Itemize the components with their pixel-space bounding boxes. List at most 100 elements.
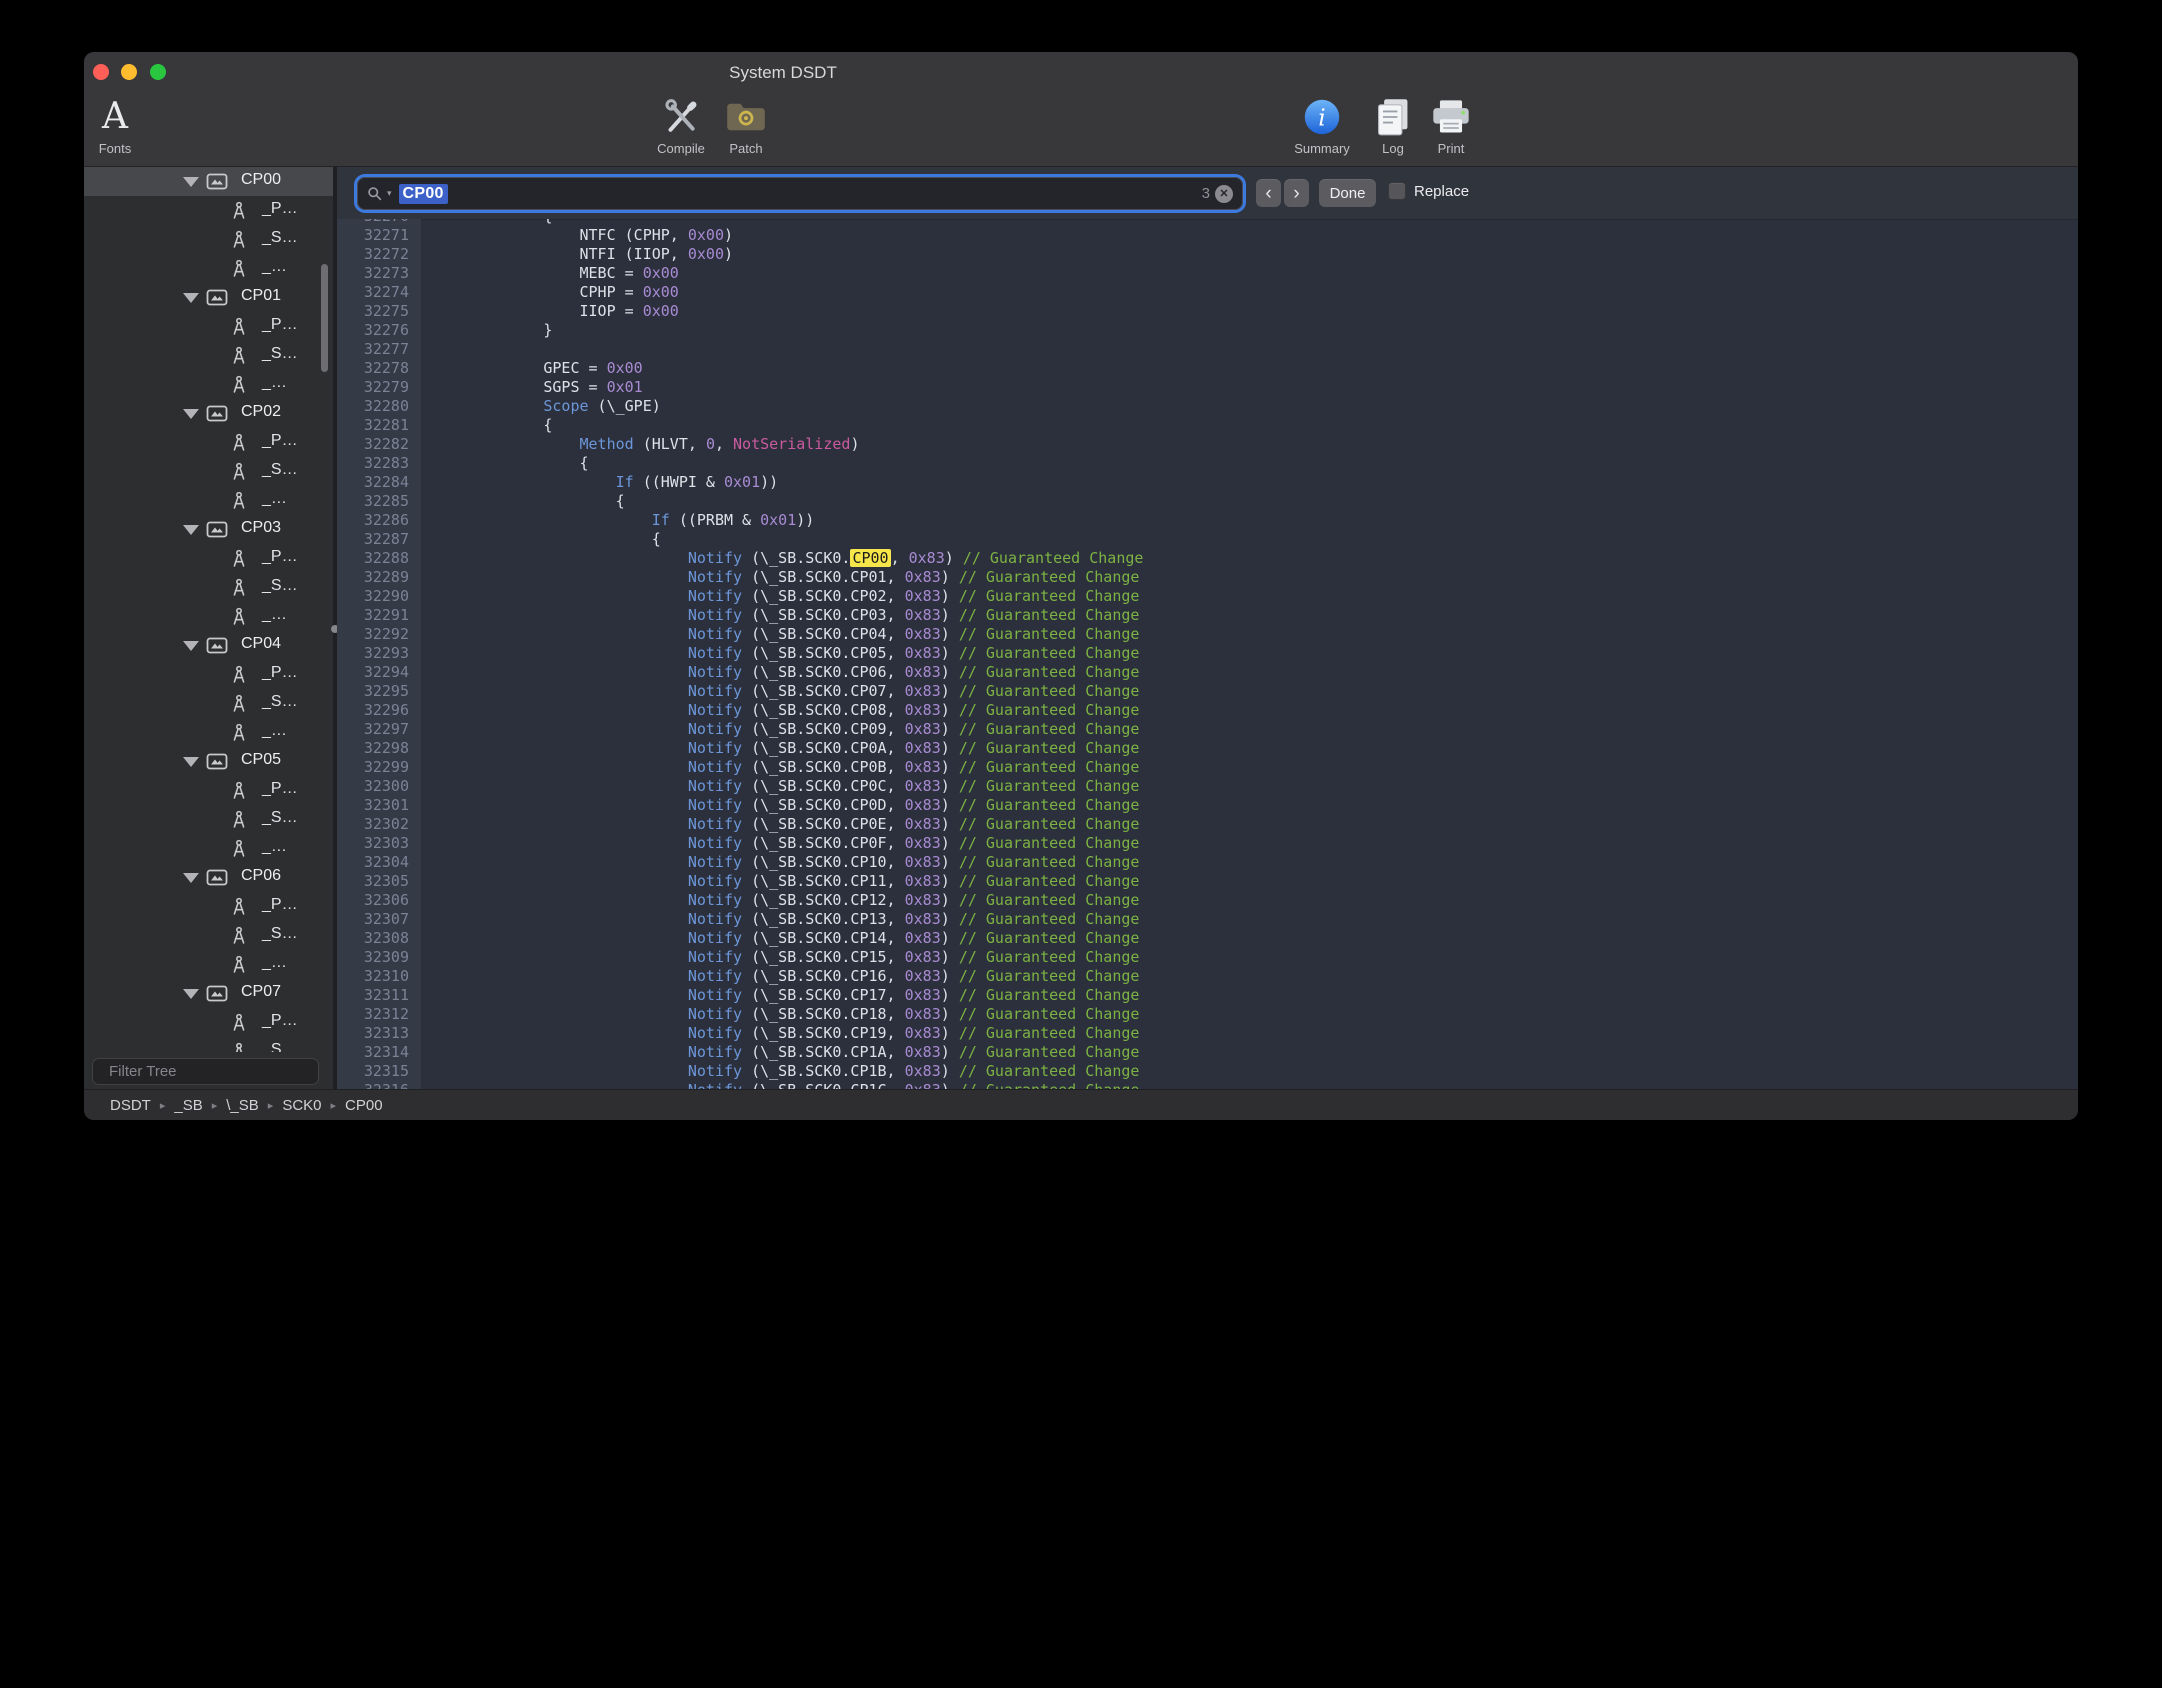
line-number: 32287 bbox=[337, 530, 421, 549]
done-button[interactable]: Done bbox=[1319, 179, 1376, 207]
disclosure-triangle-icon[interactable] bbox=[183, 757, 199, 767]
code-text: NTFI (IIOP, 0x00) bbox=[421, 245, 733, 264]
tree-item[interactable]: _P… bbox=[84, 776, 333, 805]
tree-item[interactable]: _S… bbox=[84, 1037, 333, 1052]
toolbar-item-fonts[interactable]: A Fonts bbox=[87, 94, 143, 156]
toolbar-item-compile[interactable]: Compile bbox=[645, 94, 717, 156]
tree-item[interactable]: _S… bbox=[84, 573, 333, 602]
code-editor[interactable]: 32270 {32271 NTFC (CPHP, 0x00)32272 NTFI… bbox=[337, 219, 2078, 1090]
toolbar-label: Print bbox=[1423, 141, 1479, 156]
find-next-button[interactable]: › bbox=[1284, 179, 1309, 207]
tree-group-cp00[interactable]: CP00 bbox=[84, 167, 333, 196]
method-icon bbox=[230, 345, 248, 366]
breadcrumb-item[interactable]: CP00 bbox=[345, 1097, 383, 1114]
tree-group-cp05[interactable]: CP05 bbox=[84, 747, 333, 776]
sidebar-scrollbar[interactable] bbox=[321, 264, 328, 372]
code-text: Notify (\_SB.SCK0.CP0C, 0x83) // Guarant… bbox=[421, 777, 1139, 796]
tree-item-label: _… bbox=[262, 606, 287, 624]
tree-item[interactable]: _… bbox=[84, 254, 333, 283]
disclosure-triangle-icon[interactable] bbox=[183, 989, 199, 999]
tree-item[interactable]: _P… bbox=[84, 544, 333, 573]
tree-item[interactable]: _S… bbox=[84, 341, 333, 370]
code-line: 32287 { bbox=[337, 530, 2078, 549]
tree-group-cp02[interactable]: CP02 bbox=[84, 399, 333, 428]
tree-item[interactable]: _P… bbox=[84, 312, 333, 341]
find-search-field[interactable]: ▾ CP00 3 ✕ bbox=[357, 177, 1243, 210]
code-line: 32270 { bbox=[337, 219, 2078, 226]
toolbar-item-patch[interactable]: Patch bbox=[714, 94, 778, 156]
tree-item[interactable]: _… bbox=[84, 370, 333, 399]
code-line: 32289 Notify (\_SB.SCK0.CP01, 0x83) // G… bbox=[337, 568, 2078, 587]
disclosure-triangle-icon[interactable] bbox=[183, 525, 199, 535]
tree-item[interactable]: _S… bbox=[84, 805, 333, 834]
code-line: 32277 bbox=[337, 340, 2078, 359]
tree-item[interactable]: _S… bbox=[84, 225, 333, 254]
filter-tree-input[interactable] bbox=[107, 1062, 310, 1081]
code-line: 32282 Method (HLVT, 0, NotSerialized) bbox=[337, 435, 2078, 454]
code-line: 32285 { bbox=[337, 492, 2078, 511]
tree-item[interactable]: _S… bbox=[84, 921, 333, 950]
line-number: 32311 bbox=[337, 986, 421, 1005]
clear-search-icon[interactable]: ✕ bbox=[1215, 185, 1233, 203]
find-bar: ▾ CP00 3 ✕ ‹ › Done Replace bbox=[337, 167, 2078, 220]
replace-checkbox[interactable] bbox=[1388, 182, 1406, 200]
code-line: 32301 Notify (\_SB.SCK0.CP0D, 0x83) // G… bbox=[337, 796, 2078, 815]
tree-item[interactable]: _… bbox=[84, 834, 333, 863]
disclosure-triangle-icon[interactable] bbox=[183, 873, 199, 883]
minimize-button[interactable] bbox=[121, 64, 137, 80]
find-previous-button[interactable]: ‹ bbox=[1256, 179, 1281, 207]
tree-group-cp07[interactable]: CP07 bbox=[84, 979, 333, 1008]
tree-item[interactable]: _P… bbox=[84, 196, 333, 225]
tree-group-label: CP00 bbox=[241, 171, 281, 189]
tree-item[interactable]: _P… bbox=[84, 428, 333, 457]
tree-item[interactable]: _… bbox=[84, 950, 333, 979]
breadcrumb-item[interactable]: SCK0 bbox=[282, 1097, 321, 1114]
breadcrumb-item[interactable]: DSDT bbox=[110, 1097, 151, 1114]
search-options-chevron-icon[interactable]: ▾ bbox=[387, 188, 392, 199]
disclosure-triangle-icon[interactable] bbox=[183, 409, 199, 419]
tree-item[interactable]: _… bbox=[84, 718, 333, 747]
code-text: Notify (\_SB.SCK0.CP0A, 0x83) // Guarant… bbox=[421, 739, 1139, 758]
tree-item[interactable]: _P… bbox=[84, 1008, 333, 1037]
svg-text:i: i bbox=[1318, 103, 1325, 131]
tree-group-cp03[interactable]: CP03 bbox=[84, 515, 333, 544]
tree-item[interactable]: _P… bbox=[84, 660, 333, 689]
code-line: 32308 Notify (\_SB.SCK0.CP14, 0x83) // G… bbox=[337, 929, 2078, 948]
find-query-text[interactable]: CP00 bbox=[399, 184, 448, 204]
method-icon bbox=[230, 432, 248, 453]
line-number: 32276 bbox=[337, 321, 421, 340]
line-number: 32301 bbox=[337, 796, 421, 815]
code-line: 32272 NTFI (IIOP, 0x00) bbox=[337, 245, 2078, 264]
tree-group-cp01[interactable]: CP01 bbox=[84, 283, 333, 312]
tree-item[interactable]: _S… bbox=[84, 689, 333, 718]
line-number: 32286 bbox=[337, 511, 421, 530]
filter-tree-field[interactable] bbox=[92, 1058, 319, 1085]
sidebar: CP00_P…_S…_…CP01_P…_S…_…CP02_P…_S…_…CP03… bbox=[84, 167, 333, 1090]
code-text: Notify (\_SB.SCK0.CP18, 0x83) // Guarant… bbox=[421, 1005, 1139, 1024]
tree-group-cp04[interactable]: CP04 bbox=[84, 631, 333, 660]
disclosure-triangle-icon[interactable] bbox=[183, 293, 199, 303]
toolbar-item-summary[interactable]: i Summary bbox=[1286, 94, 1358, 156]
zoom-button[interactable] bbox=[150, 64, 166, 80]
scope-icon bbox=[206, 521, 228, 538]
breadcrumb-item[interactable]: \_SB bbox=[226, 1097, 259, 1114]
tree-item[interactable]: _… bbox=[84, 602, 333, 631]
tree-item-label: _P… bbox=[262, 1012, 298, 1030]
disclosure-triangle-icon[interactable] bbox=[183, 177, 199, 187]
breadcrumb: DSDT▸_SB▸\_SB▸SCK0▸CP00 bbox=[84, 1089, 2078, 1120]
code-text: Notify (\_SB.SCK0.CP14, 0x83) // Guarant… bbox=[421, 929, 1139, 948]
tree-group-cp06[interactable]: CP06 bbox=[84, 863, 333, 892]
disclosure-triangle-icon[interactable] bbox=[183, 641, 199, 651]
code-text: Notify (\_SB.SCK0.CP0B, 0x83) // Guarant… bbox=[421, 758, 1139, 777]
tree-item[interactable]: _P… bbox=[84, 892, 333, 921]
code-line: 32298 Notify (\_SB.SCK0.CP0A, 0x83) // G… bbox=[337, 739, 2078, 758]
tree-item-label: _S… bbox=[262, 229, 298, 247]
toolbar-item-print[interactable]: Print bbox=[1423, 94, 1479, 156]
close-button[interactable] bbox=[93, 64, 109, 80]
code-line: 32283 { bbox=[337, 454, 2078, 473]
toolbar-item-log[interactable]: Log bbox=[1365, 94, 1421, 156]
tree-item[interactable]: _S… bbox=[84, 457, 333, 486]
tree-item[interactable]: _… bbox=[84, 486, 333, 515]
tree-item-label: _… bbox=[262, 258, 287, 276]
breadcrumb-item[interactable]: _SB bbox=[174, 1097, 202, 1114]
